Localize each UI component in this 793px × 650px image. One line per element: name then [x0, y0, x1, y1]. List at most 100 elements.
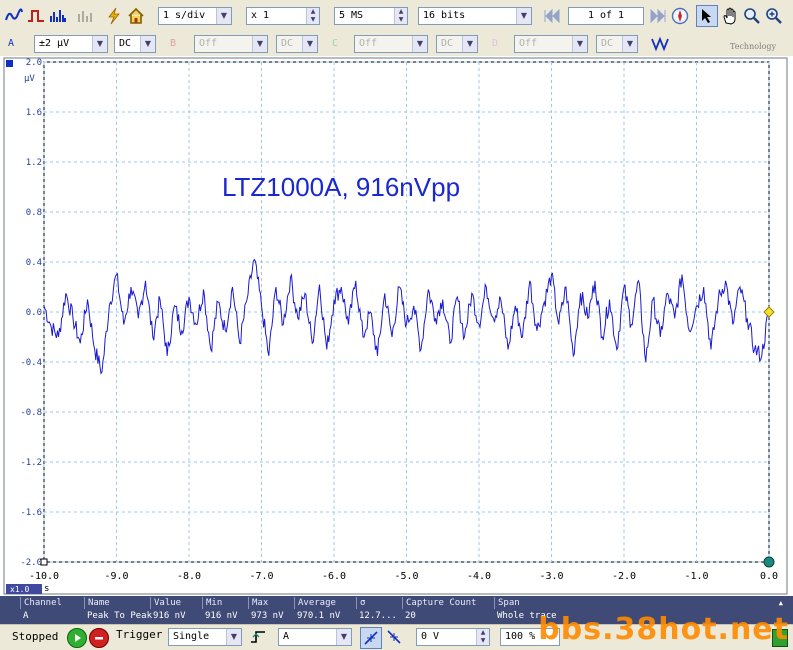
trigger-mode-select[interactable]: Single ▼	[168, 628, 242, 646]
trigger-mode-value: Single	[173, 631, 210, 642]
cell-min: 916 nV	[205, 611, 238, 621]
y-tick-label: 0.0	[26, 308, 42, 318]
channel-b-coupling-value: DC	[281, 38, 294, 49]
channel-a-label[interactable]: A	[8, 35, 14, 53]
channel-b-range-select[interactable]: Off ▼	[194, 35, 268, 53]
channel-a-coupling-select[interactable]: DC ▼	[114, 35, 156, 53]
home-icon[interactable]	[126, 6, 146, 26]
trigger-level-spinner[interactable]: 0 V ▲ ▼	[416, 628, 490, 646]
cell-average: 970.1 nV	[297, 611, 341, 621]
signal-generator-icon[interactable]	[76, 6, 96, 26]
chevron-down-icon[interactable]: ▼	[226, 629, 241, 645]
channel-d-coupling-select[interactable]: DC ▼	[596, 35, 638, 53]
zoom-in-icon[interactable]	[742, 6, 762, 26]
channel-c-label[interactable]: C	[332, 35, 338, 53]
channel-d-coupling-value: DC	[601, 38, 614, 49]
y-tick-label: 2.0	[26, 58, 42, 68]
channel-c-coupling-select[interactable]: DC ▼	[436, 35, 478, 53]
start-icon[interactable]	[67, 628, 87, 648]
chevron-down-icon[interactable]: ▼	[572, 36, 587, 52]
channel-c-range-select[interactable]: Off ▼	[354, 35, 428, 53]
stop-icon[interactable]	[89, 628, 109, 648]
chevron-down-icon[interactable]: ▼	[336, 629, 351, 645]
y-tick-label: -2.0	[20, 558, 42, 568]
chevron-down-icon[interactable]: ▼	[516, 8, 531, 24]
trigger-edge-icon[interactable]	[248, 627, 268, 647]
zoom-spinner[interactable]: x 1 ▲ ▼	[246, 7, 320, 25]
chevron-down-icon[interactable]: ▼	[302, 36, 317, 52]
zoom-out-icon[interactable]	[764, 6, 784, 26]
scope-chart[interactable]: 2.0 1.6 1.2 0.8 0.4 0.0 -0.4 -0.8 -1.2 -1.6 -2.0 -…	[0, 56, 793, 596]
last-buffer-icon[interactable]	[648, 6, 668, 26]
header-channel: Channel	[20, 597, 84, 609]
x-tick-label: 0.0	[760, 571, 778, 582]
channel-a-range-select[interactable]: ±2 µV ▼	[34, 35, 108, 53]
chevron-down-icon[interactable]: ▼	[462, 36, 477, 52]
spinner-arrows-icon[interactable]: ▲ ▼	[476, 629, 489, 645]
cell-capture-count: 20	[405, 611, 416, 621]
y-tick-label: 1.2	[26, 158, 42, 168]
rising-edge-icon[interactable]	[360, 627, 382, 649]
spectrum-mode-icon[interactable]	[48, 6, 68, 26]
chevron-down-icon[interactable]: ▼	[140, 36, 155, 52]
persistence-mode-icon[interactable]	[26, 6, 46, 26]
chevron-down-icon[interactable]: ▼	[622, 36, 637, 52]
y-tick-label: -0.8	[20, 408, 42, 418]
chevron-down-icon[interactable]: ▼	[412, 36, 427, 52]
channel-toolbar: A ±2 µV ▼ DC ▼ B Off ▼ DC ▼ C Off ▼ DC ▼…	[0, 32, 793, 57]
header-capture-count: Capture Count	[402, 597, 494, 609]
channel-d-range-select[interactable]: Off ▼	[514, 35, 588, 53]
spinner-arrows-icon[interactable]: ▲ ▼	[306, 8, 319, 24]
scope-mode-icon[interactable]	[4, 6, 24, 26]
header-value: Value	[150, 597, 202, 609]
timebase-select[interactable]: 1 s/div ▼	[158, 7, 232, 25]
y-tick-label: 0.4	[26, 258, 42, 268]
cell-value: 916 nV	[153, 611, 186, 621]
header-sigma: σ	[356, 597, 402, 609]
resolution-select[interactable]: 16 bits ▼	[418, 7, 532, 25]
samples-spinner[interactable]: 5 MS ▲ ▼	[334, 7, 408, 25]
x-tick-label: -4.0	[467, 571, 491, 582]
brand-caption: Technology	[730, 42, 777, 51]
falling-edge-icon[interactable]	[384, 627, 404, 647]
x-tick-label: -1.0	[684, 571, 708, 582]
channel-d-label[interactable]: D	[492, 35, 498, 53]
plot-annotation: LTZ1000A, 916nVpp	[222, 172, 460, 202]
channel-a-range-value: ±2 µV	[39, 38, 70, 49]
x-tick-label: -7.0	[249, 571, 273, 582]
resolution-value: 16 bits	[423, 10, 466, 21]
trigger-source-select[interactable]: A ▼	[278, 628, 352, 646]
channel-b-range-value: Off	[199, 38, 218, 49]
y-tick-label: -1.6	[20, 508, 42, 518]
chevron-down-icon[interactable]: ▼	[216, 8, 231, 24]
header-min: Min	[202, 597, 248, 609]
channel-b-label[interactable]: B	[170, 35, 176, 53]
cell-name: Peak To Peak	[87, 611, 153, 621]
samples-value: 5 MS	[339, 10, 364, 21]
x-tick-label: -10.0	[29, 571, 59, 582]
auto-setup-icon[interactable]	[104, 6, 124, 26]
watermark: bbs.38hot.net	[538, 612, 789, 647]
channel-a-marker	[6, 60, 13, 67]
channel-c-coupling-value: DC	[441, 38, 454, 49]
trigger-time-marker[interactable]	[763, 556, 775, 568]
channel-b-coupling-select[interactable]: DC ▼	[276, 35, 318, 53]
chevron-down-icon[interactable]: ▼	[92, 36, 107, 52]
scroll-up-icon[interactable]: ▲	[779, 599, 783, 607]
x-unit-label: s	[44, 584, 49, 594]
header-average: Average	[294, 597, 356, 609]
measure-compass-icon[interactable]	[670, 6, 690, 26]
channel-options-icon[interactable]	[650, 34, 670, 54]
hand-tool-icon[interactable]	[720, 6, 740, 26]
scope-view[interactable]: 2.0 1.6 1.2 0.8 0.4 0.0 -0.4 -0.8 -1.2 -1.6 -2.0 -…	[0, 56, 793, 596]
y-tick-label: 1.6	[26, 108, 42, 118]
buffer-index[interactable]: 1 of 1	[568, 7, 644, 25]
spinner-arrows-icon[interactable]: ▲ ▼	[394, 8, 407, 24]
pointer-tool-icon[interactable]	[696, 5, 718, 27]
y-tick-label: -0.4	[20, 358, 42, 368]
y-unit-label: µV	[24, 74, 35, 84]
first-buffer-icon[interactable]	[542, 6, 562, 26]
pretrigger-value: 100 %	[505, 631, 536, 642]
cell-max: 973 nV	[251, 611, 284, 621]
chevron-down-icon[interactable]: ▼	[252, 36, 267, 52]
